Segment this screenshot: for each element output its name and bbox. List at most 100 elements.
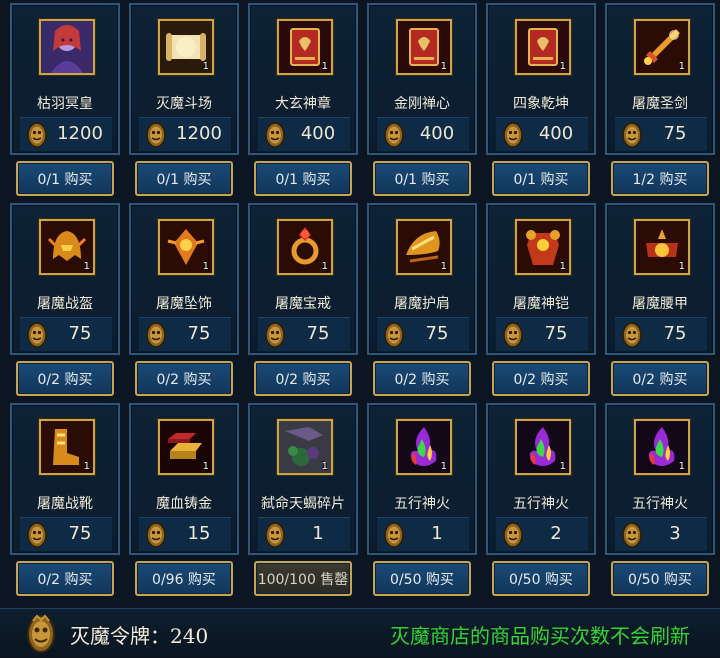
buy-button[interactable]: 0/50 购买 [373,561,471,596]
item-icon-slot[interactable]: 1 [39,219,95,275]
item-price: 75 [615,317,707,351]
sold-out-button[interactable]: 100/100 售罄 [254,561,352,596]
item-icon-slot[interactable]: 1 [634,419,690,475]
item-icon-slot[interactable] [39,19,95,75]
item-quantity: 1 [678,461,685,472]
item-icon-slot[interactable]: 1 [396,219,452,275]
item-quantity: 1 [321,61,328,72]
item-quantity: 1 [559,261,566,272]
item-icon-slot[interactable]: 1 [277,419,333,475]
buy-button[interactable]: 0/2 购买 [373,361,471,396]
item-icon-slot[interactable]: 1 [634,19,690,75]
price-value: 1200 [176,123,222,144]
shop-item-cell: 1 屠魔圣剑 75 1/2 购买 [605,3,715,203]
buy-button[interactable]: 0/2 购买 [254,361,352,396]
item-card: 1 灭魔斗场 1200 [129,3,239,155]
item-price: 75 [139,317,231,351]
item-price: 1 [258,517,350,551]
buy-button[interactable]: 1/2 购买 [611,161,709,196]
price-value: 400 [538,123,574,144]
buy-button[interactable]: 0/1 购买 [254,161,352,196]
item-name: 屠魔宝戒 [275,296,331,312]
demon-token-icon [265,522,285,548]
price-value: 75 [68,523,92,544]
price-value: 400 [300,123,336,144]
item-icon-slot[interactable]: 1 [396,19,452,75]
buy-button[interactable]: 0/1 购买 [373,161,471,196]
demon-token-icon [503,522,523,548]
shop-item-cell: 1 屠魔战盔 75 0/2 购买 [10,203,120,403]
buy-button[interactable]: 0/1 购买 [135,161,233,196]
buy-button[interactable]: 0/1 购买 [492,161,590,196]
demon-token-icon [265,122,285,148]
price-value: 75 [663,123,687,144]
item-name: 大玄神章 [275,96,331,112]
item-name: 五行神火 [394,496,450,512]
shop-item-cell: 1 屠魔神铠 75 0/2 购买 [486,203,596,403]
item-card: 1 五行神火 2 [486,403,596,555]
item-quantity: 1 [440,461,447,472]
item-price: 75 [20,317,112,351]
price-value: 75 [187,323,211,344]
item-icon-slot[interactable]: 1 [158,19,214,75]
item-price: 400 [496,117,588,151]
demon-token-icon [27,614,55,653]
item-card: 1 屠魔战盔 75 [10,203,120,355]
price-value: 75 [425,323,449,344]
buy-button[interactable]: 0/2 购买 [16,361,114,396]
shop-item-cell: 1 屠魔腰甲 75 0/2 购买 [605,203,715,403]
demon-token-icon [146,122,166,148]
item-quantity: 1 [83,261,90,272]
currency-balance: 灭魔令牌：240 [70,624,209,648]
item-icon-slot[interactable]: 1 [158,219,214,275]
demon-token-icon [503,322,523,348]
shop-item-cell: 1 四象乾坤 400 0/1 购买 [486,3,596,203]
item-price: 400 [258,117,350,151]
item-name: 屠魔腰甲 [632,296,688,312]
item-icon-slot[interactable]: 1 [634,219,690,275]
item-icon-slot[interactable]: 1 [39,419,95,475]
item-icon-slot[interactable]: 1 [277,219,333,275]
item-icon-slot[interactable]: 1 [515,19,571,75]
item-quantity: 1 [202,261,209,272]
shop-item-cell: 1 屠魔护肩 75 0/2 购买 [367,203,477,403]
shop-item-cell: 1 魔血铸金 15 0/96 购买 [129,403,239,603]
buy-button[interactable]: 0/50 购买 [492,561,590,596]
shop-grid: 枯羽冥皇 1200 0/1 购买 1 灭魔斗场 1200 0/1 购买 1 大玄神章 400 0/1… [10,3,715,603]
buy-button[interactable]: 0/2 购买 [16,561,114,596]
buy-button[interactable]: 0/1 购买 [16,161,114,196]
price-value: 1 [312,523,324,544]
item-card: 1 屠魔圣剑 75 [605,3,715,155]
buy-button[interactable]: 0/2 购买 [135,361,233,396]
shop-item-cell: 1 金刚禅心 400 0/1 购买 [367,3,477,203]
buy-button[interactable]: 0/96 购买 [135,561,233,596]
price-value: 2 [550,523,562,544]
demon-token-icon [503,122,523,148]
shop-notice: 灭魔商店的商品购买次数不会刷新 [390,624,690,648]
buy-button[interactable]: 0/2 购买 [492,361,590,396]
item-icon-slot[interactable]: 1 [158,419,214,475]
shop-item-cell: 1 五行神火 1 0/50 购买 [367,403,477,603]
shop-item-cell: 1 大玄神章 400 0/1 购买 [248,3,358,203]
item-card: 1 五行神火 3 [605,403,715,555]
item-card: 1 屠魔宝戒 75 [248,203,358,355]
item-card: 1 四象乾坤 400 [486,3,596,155]
item-icon-slot[interactable]: 1 [515,219,571,275]
item-name: 屠魔坠饰 [156,296,212,312]
item-quantity: 1 [678,261,685,272]
buy-button[interactable]: 0/50 购买 [611,561,709,596]
item-icon-slot[interactable]: 1 [396,419,452,475]
item-name: 金刚禅心 [394,96,450,112]
buy-button[interactable]: 0/2 购买 [611,361,709,396]
item-icon-slot[interactable]: 1 [277,19,333,75]
shop-item-cell: 1 屠魔宝戒 75 0/2 购买 [248,203,358,403]
demon-token-icon [265,322,285,348]
item-icon-slot[interactable]: 1 [515,419,571,475]
item-name: 枯羽冥皇 [37,96,93,112]
shop-item-cell: 1 灭魔斗场 1200 0/1 购买 [129,3,239,203]
demon-token-icon [384,522,404,548]
item-quantity: 1 [321,261,328,272]
item-name: 魔血铸金 [156,496,212,512]
demon-token-icon [384,322,404,348]
item-card: 1 屠魔腰甲 75 [605,203,715,355]
